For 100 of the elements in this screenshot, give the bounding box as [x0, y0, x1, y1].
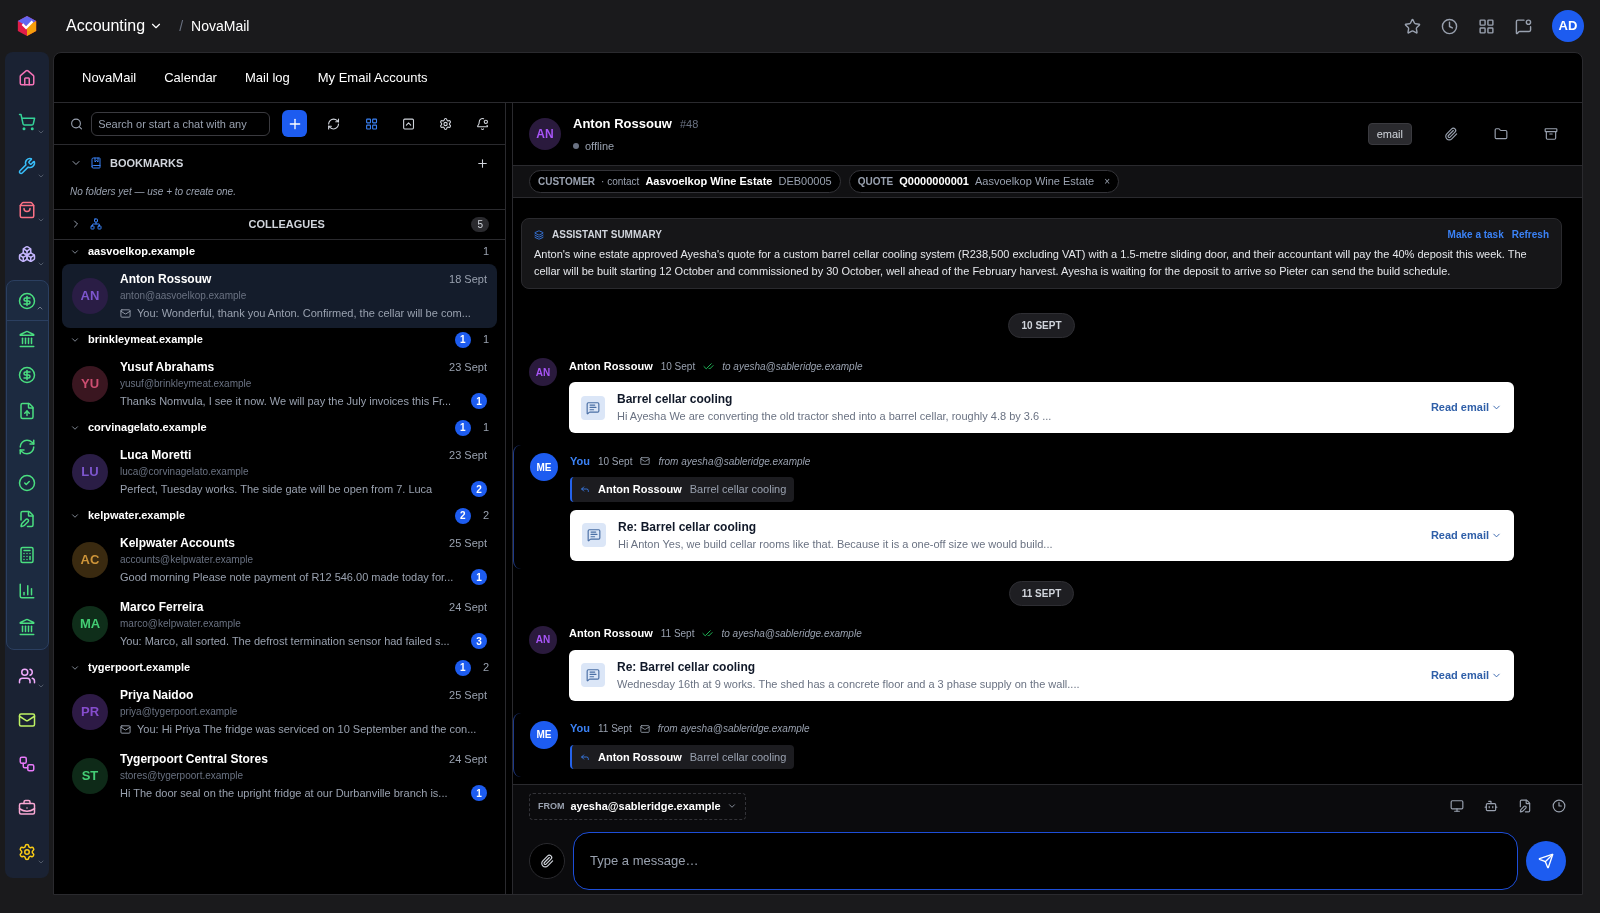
message-field[interactable]: Type a message…	[573, 831, 1518, 890]
from-selector[interactable]: FROM ayesha@sableridge.example	[529, 793, 746, 820]
edit-icon[interactable]	[1518, 799, 1532, 814]
quote-tag[interactable]: QUOTE Q0000000001 Aasvoelkop Wine Estate ×	[848, 170, 1120, 193]
mail-icon	[639, 723, 650, 734]
history-icon[interactable]	[1441, 17, 1458, 35]
email-card[interactable]: Re: Barrel cellar cooling Wednesday 16th at 9 works. The shed has a concrete floor and a 3 phase supply on the wall.... Read email	[569, 649, 1514, 701]
add-folder-icon[interactable]	[476, 156, 489, 170]
unread-badge: 2	[454, 507, 471, 524]
summary-action-link[interactable]: Refresh	[1511, 227, 1549, 242]
dollar-icon	[18, 291, 36, 310]
customer-tag[interactable]: CUSTOMER · contact Aasvoelkop Wine Estate DEB00005	[529, 170, 841, 193]
contact-item[interactable]: MA Marco Ferreira 24 Sept marco@kelpwater.example You: Marco, all sorted. The defrost termination sensor had failed s... 3	[62, 591, 497, 656]
delivered-check-icon	[702, 628, 714, 639]
caret-icon	[37, 216, 45, 224]
domain-group: aasvoelkop.example	[88, 243, 471, 260]
avatar: MA	[72, 605, 108, 642]
avatar: PR	[72, 693, 108, 730]
email-subject: Re: Barrel cellar cooling	[618, 518, 758, 536]
calculator-icon[interactable]	[18, 546, 36, 564]
user-avatar[interactable]: AD	[1552, 10, 1584, 42]
contact-item[interactable]: PR Priya Naidoo 25 Sept priya@tygerpoort.example You: Hi Priya The fridge was serviced on 10 September and the con...	[62, 679, 497, 744]
people-icon[interactable]	[18, 667, 36, 685]
document-icon	[581, 663, 605, 687]
contact-item[interactable]: AN Anton Rossouw 18 Sept anton@aasvoelkop.example You: Wonderful, thank you Anton. Confirmed, the cellar will be com...	[62, 263, 497, 328]
dollar-icon[interactable]	[18, 366, 36, 384]
grid-view-icon[interactable]	[364, 116, 378, 131]
boxes-icon[interactable]	[18, 245, 36, 263]
cart-icon[interactable]	[18, 113, 36, 131]
send-button[interactable]	[1526, 840, 1566, 881]
attach-button[interactable]	[529, 842, 565, 879]
contact-date: 24 Sept	[449, 751, 487, 767]
document-icon	[582, 523, 606, 547]
mail-icon[interactable]	[18, 711, 36, 729]
bar-chart-icon[interactable]	[18, 582, 36, 600]
message-route: from ayesha@sableridge.example	[657, 722, 810, 736]
check-circle-icon[interactable]	[18, 474, 36, 492]
settings-icon[interactable]	[438, 116, 452, 131]
file-edit-icon[interactable]	[18, 510, 36, 528]
email-subject: Re: Barrel cellar cooling	[617, 658, 757, 676]
contact-date: 24 Sept	[449, 599, 487, 615]
status-text: offline	[585, 138, 615, 154]
briefcase-icon[interactable]	[18, 799, 36, 817]
email-card[interactable]: Re: Barrel cellar cooling Hi Anton Yes, we build cellar rooms like that. Because it is a one-off size we would build... Read email	[570, 509, 1514, 561]
bank-icon[interactable]	[18, 330, 36, 348]
contact-item[interactable]: LU Luca Moretti 23 Sept luca@corvinagelato.example Perfect, Tuesday works. The side gate will be open from 7. Luca 2	[62, 439, 497, 504]
wrench-icon[interactable]	[18, 157, 36, 175]
bookmark-icon	[90, 157, 102, 170]
new-chat-button[interactable]	[282, 110, 308, 137]
read-email-link[interactable]: Read email	[1430, 399, 1502, 416]
read-email-link[interactable]: Read email	[1430, 666, 1502, 684]
tab[interactable]: NovaMail	[82, 67, 137, 88]
paperclip-icon[interactable]	[1444, 127, 1458, 141]
unread-badge: 3	[471, 633, 487, 649]
contact-date: 25 Sept	[449, 687, 487, 703]
monitor-icon[interactable]	[1450, 799, 1464, 814]
apps-icon[interactable]	[1478, 17, 1495, 35]
document-icon	[581, 395, 605, 420]
message-date: 11 Sept	[597, 722, 632, 736]
notifications-icon[interactable]	[1515, 17, 1532, 35]
send-icon	[1538, 852, 1554, 869]
summary-action-link[interactable]: Make a task	[1447, 227, 1504, 242]
tab[interactable]: My Email Accounts	[317, 67, 428, 88]
domain-group: kelpwater.example	[88, 507, 447, 524]
notification-bell-icon[interactable]	[475, 116, 490, 131]
group-count: 2	[482, 508, 489, 524]
unread-badge: 2	[471, 481, 487, 497]
email-card[interactable]: Barrel cellar cooling Hi Ayesha We are converting the old tractor shed into a barrel cellar, roughly 4.8 by 3.6 ... Read email	[569, 382, 1514, 433]
archive-icon[interactable]	[1544, 127, 1558, 141]
contact-item[interactable]: ST Tygerpoort Central Stores 24 Sept stores@tygerpoort.example Hi The door seal on the upright fridge at our Durbanville branch is... 1	[62, 743, 497, 808]
refresh-icon[interactable]	[327, 116, 341, 131]
contact-item[interactable]: AC Kelpwater Accounts 25 Sept accounts@kelpwater.example Good morning Please note payment of R12 546.00 made today for... 1	[62, 527, 497, 592]
summary-text: Anton's wine estate approved Ayesha's quote for a custom barrel cellar cooling system (R238,500 excluding VAT) with a 1.5-metre sliding door, and their accountant will pay the 40% deposit this week. The cellar will be built starting 12 October and commissioned by 30 October, well ahead of the February harvest. Ayesha is waiting for the deposit to arrive so Pieter can send the build schedule.	[534, 247, 1528, 279]
bot-icon[interactable]	[1484, 799, 1498, 814]
bag-icon[interactable]	[18, 201, 36, 219]
reply-icon	[580, 751, 590, 762]
module-dropdown[interactable]: Accounting	[66, 14, 164, 38]
refresh-icon[interactable]	[18, 438, 36, 456]
folder-icon[interactable]	[1494, 127, 1508, 141]
message-preview: You: Hi Priya The fridge was serviced on 10 September and the con...	[137, 721, 478, 737]
file-upload-icon[interactable]	[18, 402, 36, 420]
home-icon[interactable]	[18, 69, 36, 87]
message-date: 10 Sept	[660, 359, 696, 374]
search-field[interactable]: Search or start a chat with any	[91, 111, 271, 136]
unread-badge: 1	[471, 785, 487, 801]
settings-icon[interactable]	[18, 843, 36, 861]
collapse-icon[interactable]	[401, 116, 415, 131]
schedule-icon[interactable]	[1552, 799, 1566, 814]
network-icon[interactable]	[18, 755, 36, 773]
email-preview: Wednesday 16th at 9 works. The shed has a concrete floor and a 3 phase supply on the wall....	[617, 676, 1081, 692]
section-title: BOOKMARKS	[110, 156, 185, 171]
bank-icon[interactable]	[18, 618, 36, 636]
contact-date: 23 Sept	[449, 447, 487, 463]
contact-item[interactable]: YU Yusuf Abrahams 23 Sept yusuf@brinkleymeat.example Thanks Nomvula, I see it now. We will pay the July invoices this Fr... 1	[62, 351, 497, 416]
search-icon	[70, 116, 84, 131]
tab[interactable]: Mail log	[244, 67, 290, 88]
read-email-link[interactable]: Read email	[1430, 526, 1502, 544]
tab[interactable]: Calendar	[164, 67, 217, 88]
avatar: AN	[529, 625, 557, 654]
favorites-icon[interactable]	[1404, 17, 1421, 35]
